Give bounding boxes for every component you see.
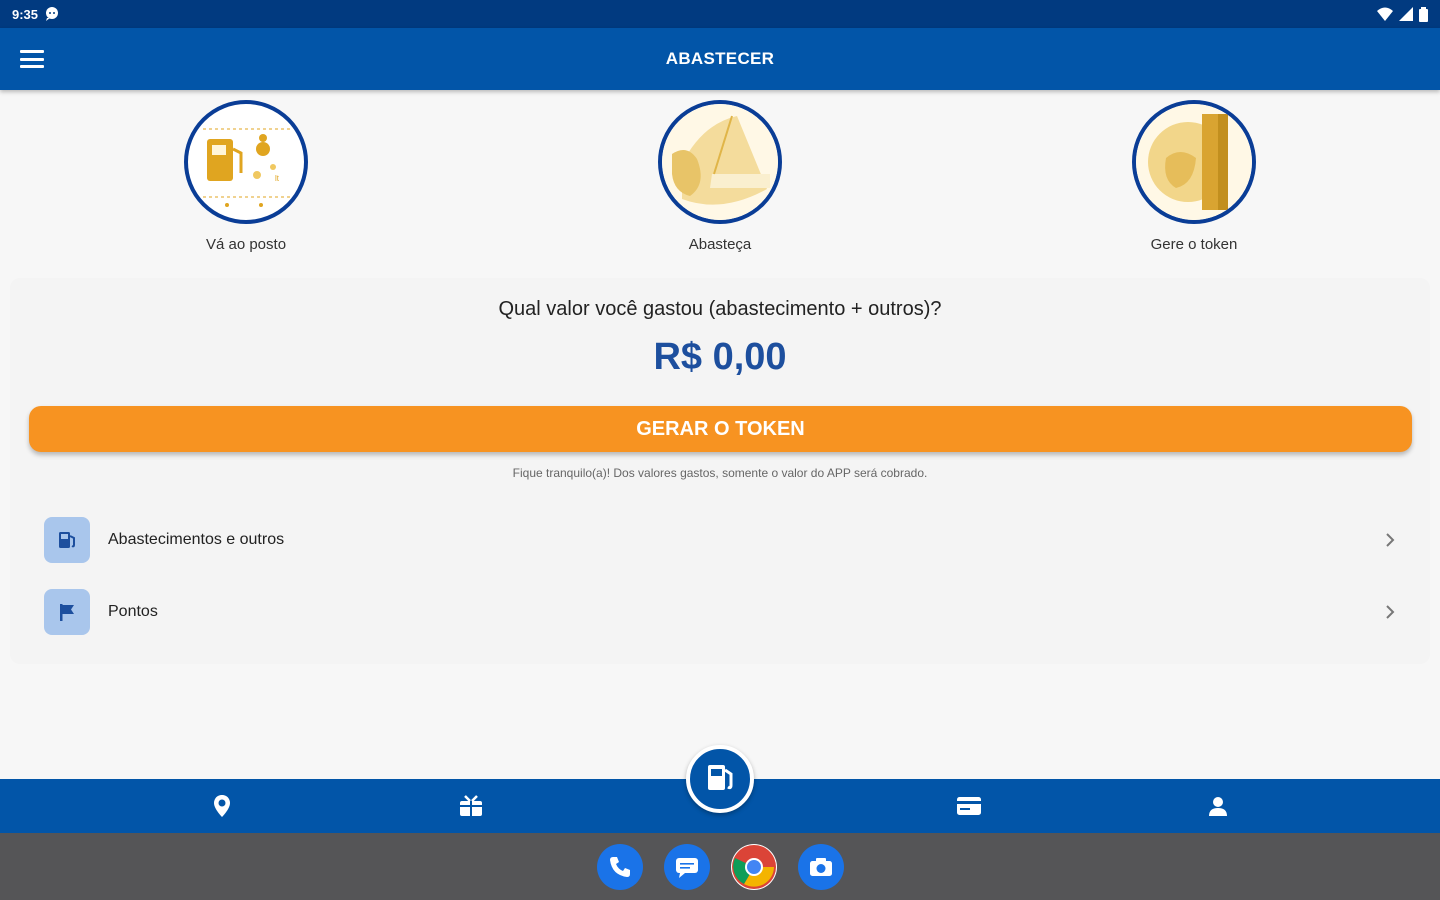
camera-icon[interactable] — [798, 844, 844, 890]
step-generate-token: Gere o token — [1094, 100, 1294, 253]
steps-section: lt Vá ao posto Abasteça Gere o token — [0, 90, 1440, 270]
profile-icon[interactable] — [1205, 793, 1231, 819]
list-item-fuel-and-others[interactable]: Abastecimentos e outros — [44, 516, 1400, 564]
chat-notification-icon — [44, 6, 60, 22]
step-refuel: Abasteça — [620, 100, 820, 253]
step-label: Vá ao posto — [205, 236, 287, 253]
page-title: ABASTECER — [665, 49, 775, 68]
location-pin-icon[interactable] — [209, 793, 235, 819]
wifi-icon — [1377, 7, 1393, 21]
chevron-right-icon — [1380, 530, 1400, 550]
chrome-icon[interactable] — [731, 844, 777, 890]
generate-token-button[interactable]: GERAR O TOKEN — [29, 406, 1412, 452]
list-item-label: Abastecimentos e outros — [108, 531, 285, 548]
step-label: Abasteça — [688, 236, 752, 253]
chevron-right-icon — [1380, 602, 1400, 622]
hamburger-menu-icon[interactable] — [18, 47, 46, 71]
fuel-pump-icon — [44, 517, 90, 563]
status-right — [1377, 6, 1428, 22]
list-item-points[interactable]: Pontos — [44, 588, 1400, 636]
battery-icon — [1419, 6, 1428, 22]
list-item-label: Pontos — [108, 603, 158, 620]
gift-icon[interactable] — [458, 793, 484, 819]
status-left: 9:35 — [12, 6, 60, 22]
billing-note: Fique tranquilo(a)! Dos valores gastos, … — [512, 466, 928, 480]
phone-icon[interactable] — [597, 844, 643, 890]
fuel-pump-icon — [703, 760, 737, 799]
signal-icon — [1399, 7, 1413, 21]
app-bar: ABASTECER — [0, 28, 1440, 90]
flag-icon — [44, 589, 90, 635]
fuel-pump-fab-button[interactable] — [686, 745, 754, 813]
amount-value[interactable]: R$ 0,00 — [10, 336, 1430, 379]
refuel-illustration-icon — [658, 100, 782, 224]
amount-card: Qual valor você gastou (abastecimento + … — [10, 278, 1430, 664]
step-label: Gere o token — [1150, 236, 1238, 253]
gas-station-illustration-icon: lt — [184, 100, 308, 224]
amount-question: Qual valor você gastou (abastecimento + … — [498, 298, 942, 320]
card-icon[interactable] — [956, 793, 982, 819]
messages-icon[interactable] — [664, 844, 710, 890]
system-dock — [0, 833, 1440, 900]
token-illustration-icon — [1132, 100, 1256, 224]
step-go-to-station: lt Vá ao posto — [146, 100, 346, 253]
status-time: 9:35 — [12, 6, 39, 22]
svg-text:lt: lt — [275, 174, 280, 183]
status-bar: 9:35 — [0, 0, 1440, 28]
